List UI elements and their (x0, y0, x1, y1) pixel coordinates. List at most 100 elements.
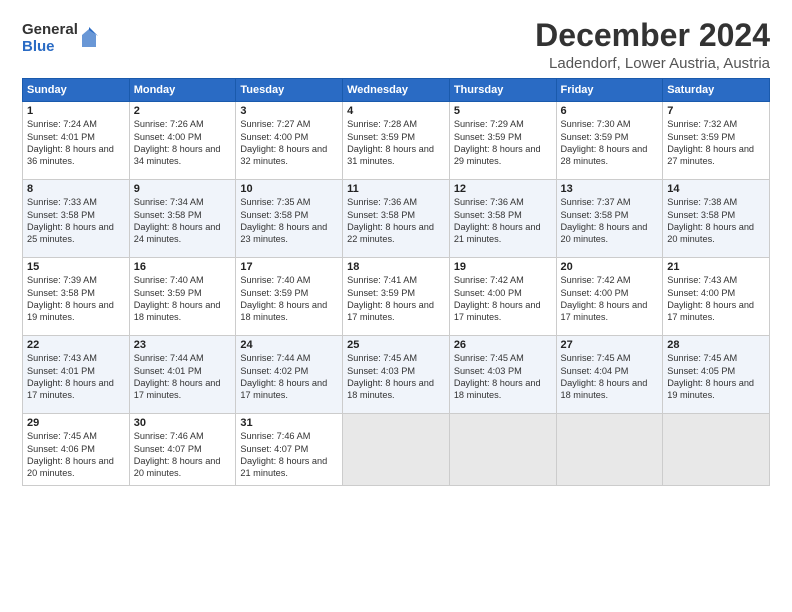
day-number: 26 (454, 339, 552, 351)
calendar-cell (663, 414, 770, 486)
day-number: 13 (561, 183, 659, 195)
title-area: December 2024 Ladendorf, Lower Austria, … (535, 18, 770, 72)
calendar-cell: 31Sunrise: 7:46 AMSunset: 4:07 PMDayligh… (236, 414, 343, 486)
day-info: Sunrise: 7:45 AMSunset: 4:05 PMDaylight:… (667, 352, 765, 402)
day-number: 25 (347, 339, 445, 351)
day-number: 16 (134, 261, 232, 273)
day-number: 3 (240, 105, 338, 117)
day-number: 20 (561, 261, 659, 273)
day-info: Sunrise: 7:42 AMSunset: 4:00 PMDaylight:… (561, 274, 659, 324)
calendar-cell: 13Sunrise: 7:37 AMSunset: 3:58 PMDayligh… (556, 180, 663, 258)
day-info: Sunrise: 7:38 AMSunset: 3:58 PMDaylight:… (667, 196, 765, 246)
day-info: Sunrise: 7:36 AMSunset: 3:58 PMDaylight:… (454, 196, 552, 246)
calendar-cell: 11Sunrise: 7:36 AMSunset: 3:58 PMDayligh… (343, 180, 450, 258)
day-number: 7 (667, 105, 765, 117)
day-number: 8 (27, 183, 125, 195)
header: General Blue December 2024 Ladendorf, Lo… (22, 18, 770, 72)
day-info: Sunrise: 7:46 AMSunset: 4:07 PMDaylight:… (134, 430, 232, 480)
calendar-cell: 24Sunrise: 7:44 AMSunset: 4:02 PMDayligh… (236, 336, 343, 414)
day-number: 24 (240, 339, 338, 351)
calendar-cell: 4Sunrise: 7:28 AMSunset: 3:59 PMDaylight… (343, 102, 450, 180)
logo: General Blue (22, 22, 98, 55)
calendar-cell: 21Sunrise: 7:43 AMSunset: 4:00 PMDayligh… (663, 258, 770, 336)
calendar-week-2: 8Sunrise: 7:33 AMSunset: 3:58 PMDaylight… (23, 180, 770, 258)
calendar-cell: 8Sunrise: 7:33 AMSunset: 3:58 PMDaylight… (23, 180, 130, 258)
day-number: 14 (667, 183, 765, 195)
day-info: Sunrise: 7:45 AMSunset: 4:03 PMDaylight:… (347, 352, 445, 402)
day-number: 27 (561, 339, 659, 351)
header-wednesday: Wednesday (343, 79, 450, 102)
day-number: 4 (347, 105, 445, 117)
calendar-cell: 28Sunrise: 7:45 AMSunset: 4:05 PMDayligh… (663, 336, 770, 414)
header-friday: Friday (556, 79, 663, 102)
day-number: 15 (27, 261, 125, 273)
logo-general: General (22, 22, 78, 39)
calendar-cell: 27Sunrise: 7:45 AMSunset: 4:04 PMDayligh… (556, 336, 663, 414)
day-number: 1 (27, 105, 125, 117)
location-title: Ladendorf, Lower Austria, Austria (535, 55, 770, 72)
day-info: Sunrise: 7:45 AMSunset: 4:03 PMDaylight:… (454, 352, 552, 402)
calendar-cell: 25Sunrise: 7:45 AMSunset: 4:03 PMDayligh… (343, 336, 450, 414)
calendar-cell: 17Sunrise: 7:40 AMSunset: 3:59 PMDayligh… (236, 258, 343, 336)
day-info: Sunrise: 7:44 AMSunset: 4:01 PMDaylight:… (134, 352, 232, 402)
day-number: 9 (134, 183, 232, 195)
calendar-cell: 30Sunrise: 7:46 AMSunset: 4:07 PMDayligh… (129, 414, 236, 486)
logo-blue: Blue (22, 39, 78, 56)
calendar-cell: 26Sunrise: 7:45 AMSunset: 4:03 PMDayligh… (449, 336, 556, 414)
calendar-header-row: SundayMondayTuesdayWednesdayThursdayFrid… (23, 79, 770, 102)
calendar-week-3: 15Sunrise: 7:39 AMSunset: 3:58 PMDayligh… (23, 258, 770, 336)
logo-icon (80, 27, 98, 49)
calendar-cell: 1Sunrise: 7:24 AMSunset: 4:01 PMDaylight… (23, 102, 130, 180)
day-info: Sunrise: 7:41 AMSunset: 3:59 PMDaylight:… (347, 274, 445, 324)
month-title: December 2024 (535, 18, 770, 53)
calendar-week-5: 29Sunrise: 7:45 AMSunset: 4:06 PMDayligh… (23, 414, 770, 486)
day-info: Sunrise: 7:30 AMSunset: 3:59 PMDaylight:… (561, 118, 659, 168)
day-number: 11 (347, 183, 445, 195)
day-info: Sunrise: 7:28 AMSunset: 3:59 PMDaylight:… (347, 118, 445, 168)
day-info: Sunrise: 7:42 AMSunset: 4:00 PMDaylight:… (454, 274, 552, 324)
calendar-cell: 10Sunrise: 7:35 AMSunset: 3:58 PMDayligh… (236, 180, 343, 258)
day-number: 6 (561, 105, 659, 117)
day-info: Sunrise: 7:33 AMSunset: 3:58 PMDaylight:… (27, 196, 125, 246)
day-number: 23 (134, 339, 232, 351)
day-number: 19 (454, 261, 552, 273)
calendar-cell: 3Sunrise: 7:27 AMSunset: 4:00 PMDaylight… (236, 102, 343, 180)
calendar-cell: 14Sunrise: 7:38 AMSunset: 3:58 PMDayligh… (663, 180, 770, 258)
day-number: 28 (667, 339, 765, 351)
calendar-cell: 19Sunrise: 7:42 AMSunset: 4:00 PMDayligh… (449, 258, 556, 336)
calendar-cell: 20Sunrise: 7:42 AMSunset: 4:00 PMDayligh… (556, 258, 663, 336)
day-number: 22 (27, 339, 125, 351)
day-info: Sunrise: 7:40 AMSunset: 3:59 PMDaylight:… (134, 274, 232, 324)
day-number: 5 (454, 105, 552, 117)
calendar-week-1: 1Sunrise: 7:24 AMSunset: 4:01 PMDaylight… (23, 102, 770, 180)
day-info: Sunrise: 7:37 AMSunset: 3:58 PMDaylight:… (561, 196, 659, 246)
calendar-cell: 5Sunrise: 7:29 AMSunset: 3:59 PMDaylight… (449, 102, 556, 180)
day-number: 30 (134, 417, 232, 429)
calendar-cell (343, 414, 450, 486)
calendar-cell: 22Sunrise: 7:43 AMSunset: 4:01 PMDayligh… (23, 336, 130, 414)
day-info: Sunrise: 7:44 AMSunset: 4:02 PMDaylight:… (240, 352, 338, 402)
day-number: 12 (454, 183, 552, 195)
day-info: Sunrise: 7:24 AMSunset: 4:01 PMDaylight:… (27, 118, 125, 168)
header-saturday: Saturday (663, 79, 770, 102)
calendar-cell: 7Sunrise: 7:32 AMSunset: 3:59 PMDaylight… (663, 102, 770, 180)
day-number: 29 (27, 417, 125, 429)
day-info: Sunrise: 7:26 AMSunset: 4:00 PMDaylight:… (134, 118, 232, 168)
day-info: Sunrise: 7:45 AMSunset: 4:06 PMDaylight:… (27, 430, 125, 480)
day-number: 31 (240, 417, 338, 429)
calendar-cell: 12Sunrise: 7:36 AMSunset: 3:58 PMDayligh… (449, 180, 556, 258)
header-tuesday: Tuesday (236, 79, 343, 102)
day-number: 18 (347, 261, 445, 273)
day-number: 17 (240, 261, 338, 273)
calendar-cell: 9Sunrise: 7:34 AMSunset: 3:58 PMDaylight… (129, 180, 236, 258)
header-sunday: Sunday (23, 79, 130, 102)
calendar-week-4: 22Sunrise: 7:43 AMSunset: 4:01 PMDayligh… (23, 336, 770, 414)
day-info: Sunrise: 7:43 AMSunset: 4:01 PMDaylight:… (27, 352, 125, 402)
day-info: Sunrise: 7:34 AMSunset: 3:58 PMDaylight:… (134, 196, 232, 246)
day-info: Sunrise: 7:36 AMSunset: 3:58 PMDaylight:… (347, 196, 445, 246)
day-info: Sunrise: 7:46 AMSunset: 4:07 PMDaylight:… (240, 430, 338, 480)
day-info: Sunrise: 7:39 AMSunset: 3:58 PMDaylight:… (27, 274, 125, 324)
calendar-cell: 6Sunrise: 7:30 AMSunset: 3:59 PMDaylight… (556, 102, 663, 180)
day-number: 10 (240, 183, 338, 195)
calendar-cell: 16Sunrise: 7:40 AMSunset: 3:59 PMDayligh… (129, 258, 236, 336)
